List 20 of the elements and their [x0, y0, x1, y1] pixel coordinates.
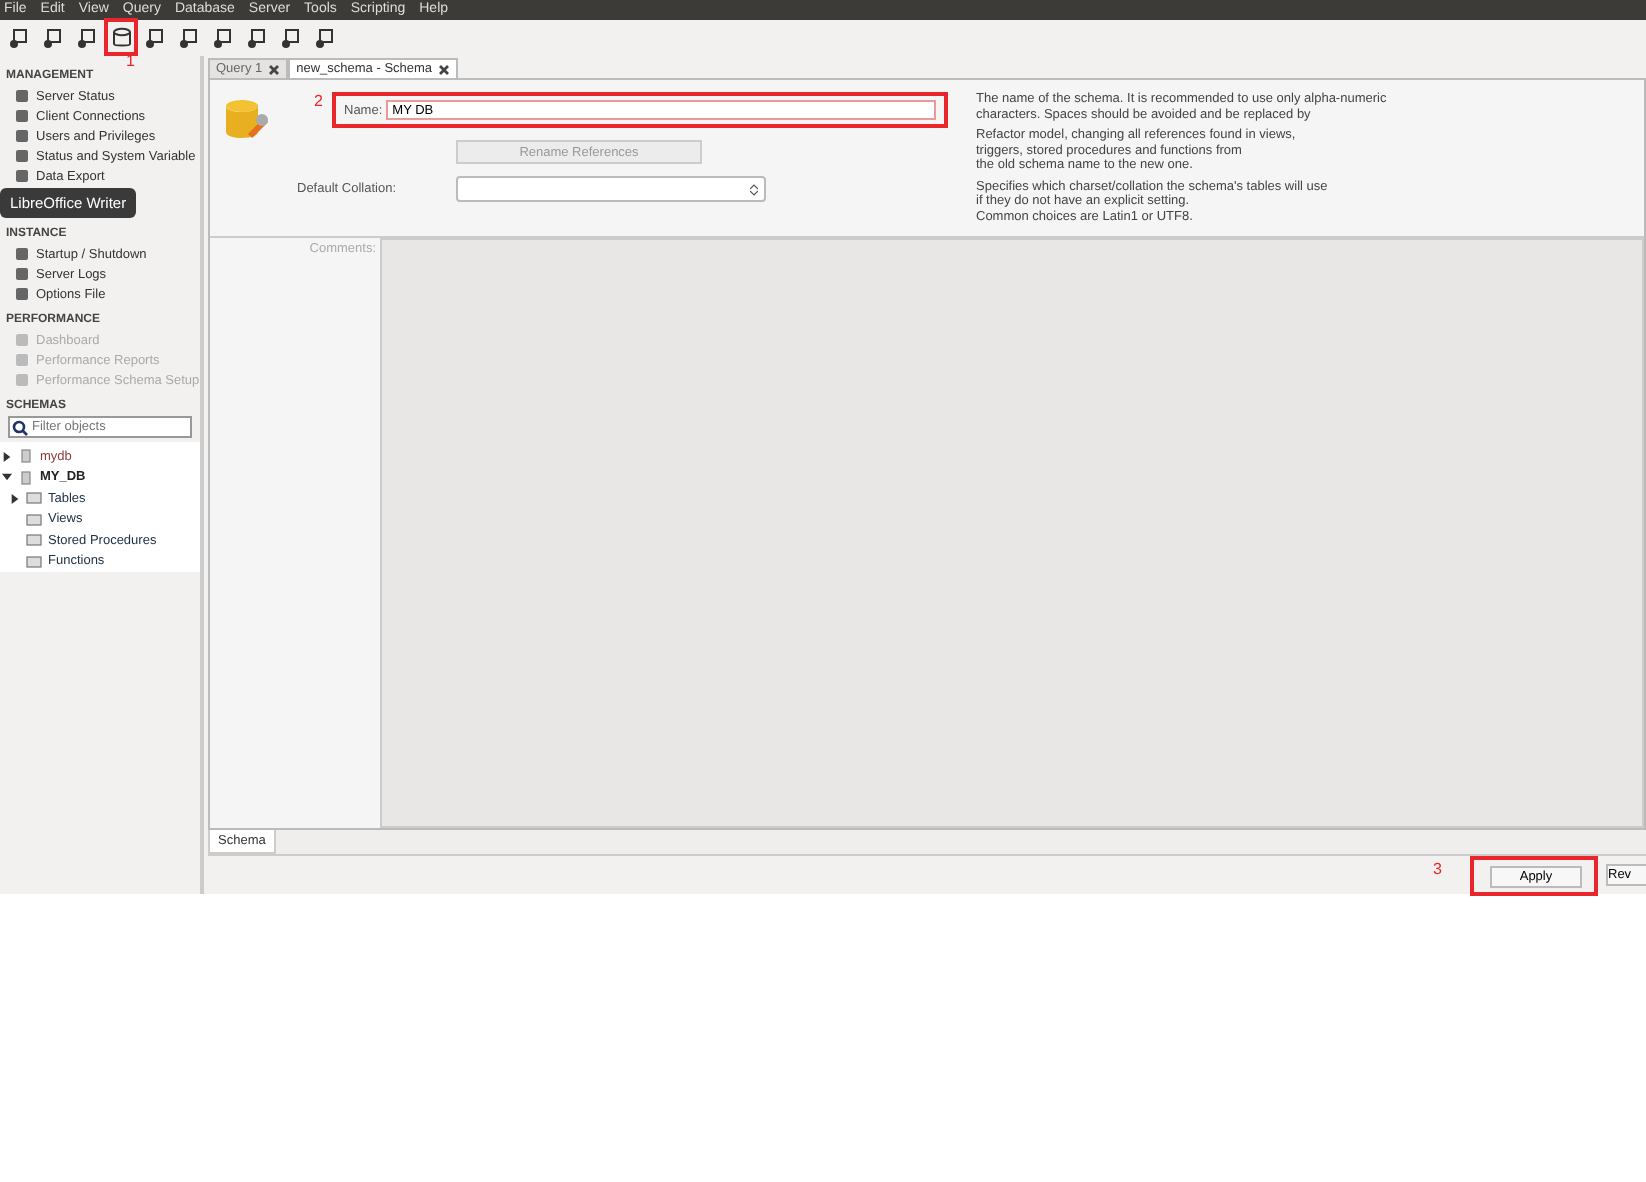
- toolbar-icon[interactable]: [8, 26, 32, 50]
- toolbar-icon[interactable]: [246, 26, 270, 50]
- expander-icon[interactable]: [2, 451, 12, 462]
- annotation-number: 3: [1433, 860, 1442, 878]
- close-icon[interactable]: [438, 63, 451, 75]
- database-icon[interactable]: [110, 26, 134, 50]
- spinner-icon: [750, 183, 758, 195]
- toolbar-icon[interactable]: [212, 26, 236, 50]
- toolbar-icon[interactable]: [76, 26, 100, 50]
- toolbar-icon[interactable]: [178, 26, 202, 50]
- close-icon[interactable]: [268, 63, 281, 75]
- annotation-number: 2: [314, 92, 323, 110]
- database-wrench-icon: [222, 96, 270, 144]
- comments-field[interactable]: [380, 238, 1644, 828]
- toolbar-icon[interactable]: [42, 26, 66, 50]
- expander-icon[interactable]: [10, 493, 20, 504]
- toolbar-icon[interactable]: [144, 26, 168, 50]
- expander-icon[interactable]: [2, 472, 12, 483]
- toolbar-icon[interactable]: [314, 26, 338, 50]
- toolbar-icon[interactable]: [280, 26, 304, 50]
